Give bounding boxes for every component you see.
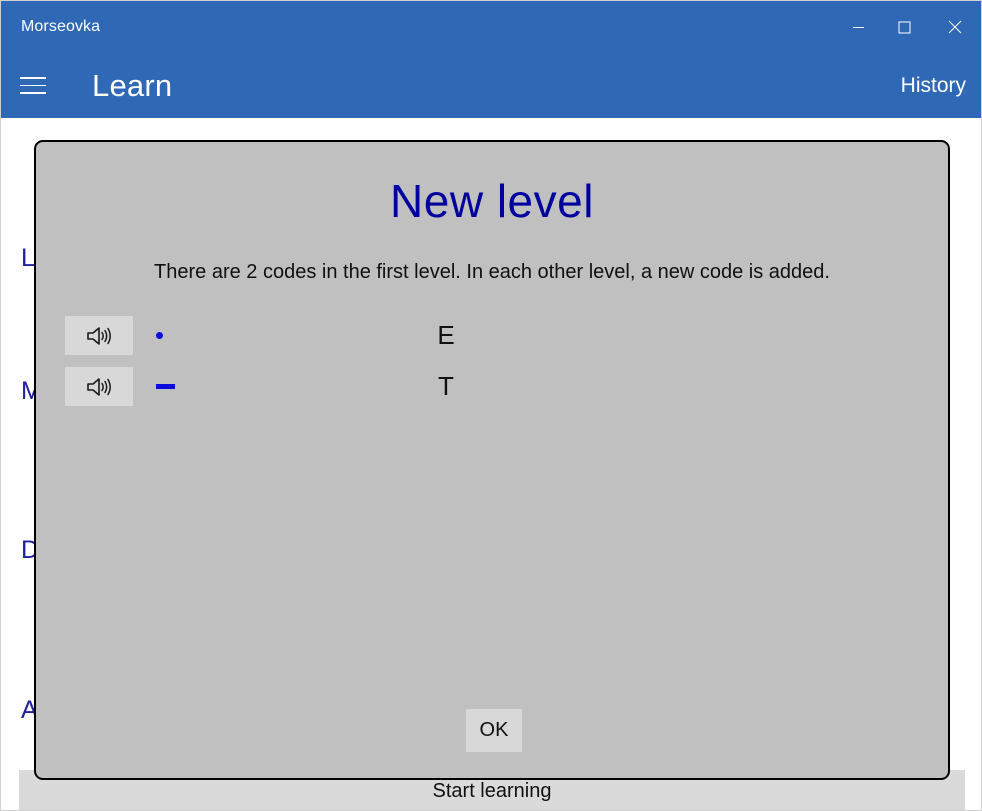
speaker-icon	[87, 326, 111, 345]
hamburger-line	[20, 84, 46, 87]
minimize-button[interactable]	[835, 1, 881, 53]
dialog-description: There are 2 codes in the first level. In…	[154, 261, 830, 283]
maximize-button[interactable]	[881, 1, 927, 53]
speaker-icon	[87, 377, 111, 396]
morse-dot	[156, 332, 163, 339]
history-button[interactable]: History	[901, 74, 966, 98]
ok-button[interactable]: OK	[466, 709, 522, 752]
code-letter: E	[437, 320, 455, 350]
morse-code-symbols	[156, 316, 356, 355]
morse-code-symbols	[156, 367, 356, 406]
page-title: Learn	[92, 67, 173, 103]
window-titlebar: Morseovka	[1, 1, 981, 53]
code-list: E T	[36, 310, 948, 412]
close-icon	[948, 20, 962, 34]
play-sound-button[interactable]	[65, 367, 133, 406]
hamburger-line	[20, 77, 46, 79]
app-title: Morseovka	[21, 18, 101, 35]
minimize-icon	[852, 26, 864, 28]
close-button[interactable]	[927, 1, 981, 53]
app-window: Morseovka Learn History M D A Start lear…	[0, 0, 982, 811]
code-letter: T	[438, 371, 454, 401]
code-row: E	[36, 310, 948, 361]
dialog-title: New level	[390, 175, 594, 227]
maximize-icon	[898, 21, 910, 33]
hamburger-menu-icon[interactable]	[10, 63, 56, 109]
window-controls	[835, 1, 981, 53]
morse-dash	[156, 384, 175, 389]
hamburger-line	[20, 92, 46, 94]
code-row: T	[36, 361, 948, 412]
new-level-dialog: New level There are 2 codes in the first…	[34, 140, 950, 780]
app-bar: Learn History	[1, 53, 981, 118]
play-sound-button[interactable]	[65, 316, 133, 355]
